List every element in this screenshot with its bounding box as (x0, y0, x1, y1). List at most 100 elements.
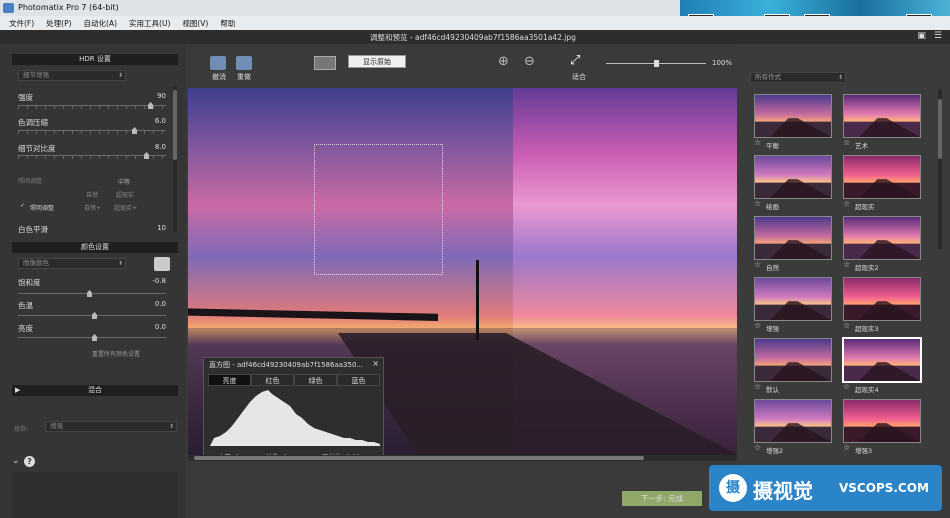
preset-thumbnail[interactable] (754, 338, 832, 382)
color-dropdown[interactable]: 图像颜色 (18, 258, 126, 269)
selection-box[interactable] (314, 144, 443, 275)
method-dropdown[interactable]: 细节增强 (18, 70, 126, 81)
preset-thumbnail[interactable] (843, 155, 921, 199)
fit-label: 适合 (572, 73, 586, 81)
settings-panel: HDR 设置 细节增强 强度 90 色调压缩 6.0 细节对比度 8.0 照明调… (0, 44, 186, 518)
brightness-value: 0.0 (154, 323, 166, 331)
undo-label: 撤消 (212, 73, 226, 81)
star-icon[interactable]: ☆ (843, 260, 850, 269)
smooth-label: 白色平滑 (18, 225, 48, 234)
help-icon[interactable]: ? (24, 456, 35, 467)
star-icon[interactable]: ☆ (754, 382, 761, 391)
star-icon[interactable]: ☆ (843, 321, 850, 330)
star-icon[interactable]: ☆ (754, 443, 761, 452)
bottom-bar: 下一步: 完成 (186, 461, 738, 518)
preset-thumbnail[interactable] (754, 399, 832, 443)
strength-ticks (18, 106, 166, 109)
lighting-checkbox[interactable]: ✓ (20, 202, 25, 209)
menu-utilities[interactable]: 实用工具(U) (129, 18, 170, 29)
preset-label: 增强2 (766, 447, 784, 455)
preset-label: 自然 (766, 264, 779, 272)
close-icon[interactable]: × (372, 359, 379, 368)
preset-thumbnail[interactable] (754, 216, 832, 260)
preview-toolbar: 撤消 重做 显示原始 ⊕ ⊖ ⤢ 适合 100% (186, 44, 738, 88)
tab-blue[interactable]: 蓝色 (337, 374, 380, 386)
preset-thumbnail[interactable] (843, 399, 921, 443)
preset-thumbnail[interactable] (843, 94, 921, 138)
preset-filter-dropdown[interactable]: 所有作式 (750, 72, 846, 83)
lamp-post (476, 260, 479, 340)
hdr-scrollbar[interactable] (173, 86, 177, 232)
zoom-slider[interactable] (654, 60, 659, 67)
lighting-surreal-plus[interactable]: 超现实+ (114, 203, 137, 212)
menu-process[interactable]: 处理(P) (46, 18, 71, 29)
histogram-window: 直方图 - adf46cd49230409ab7f1586aa350... × … (203, 357, 384, 461)
show-original-button[interactable]: 显示原始 (348, 55, 406, 68)
strength-label: 强度 (18, 93, 33, 102)
brush-icon[interactable] (154, 257, 170, 271)
preset-thumbnail[interactable] (754, 155, 832, 199)
hdr-settings-header[interactable]: HDR 设置 (12, 54, 178, 65)
detail-contrast-label: 细节对比度 (18, 144, 56, 153)
preset-thumbnail[interactable] (754, 277, 832, 321)
star-icon[interactable]: ☆ (843, 443, 850, 452)
preset-thumbnail[interactable] (843, 277, 921, 321)
fit-icon[interactable]: ⤢ (570, 53, 580, 68)
preset-label: 超现实4 (855, 386, 879, 394)
menu-help[interactable]: 帮助 (220, 18, 235, 29)
window-title: Photomatix Pro 7 (64-bit) (18, 3, 119, 12)
chevron-down-icon[interactable]: ⌄ (12, 456, 20, 466)
undo-icon[interactable] (210, 56, 226, 70)
zoom-value: 100% (712, 59, 733, 67)
redo-icon[interactable] (236, 56, 252, 70)
detail-contrast-value: 8.0 (154, 143, 166, 151)
watermark-logo: 摄 (719, 474, 747, 502)
tab-red[interactable]: 红色 (251, 374, 294, 386)
temperature-label: 色温 (18, 301, 33, 310)
preset-label: 超现实 (855, 203, 875, 211)
zoom-out-icon[interactable]: ⊖ (524, 54, 535, 69)
lighting-surreal[interactable]: 超现实 (116, 190, 134, 199)
save-icon[interactable]: ▣ (917, 31, 926, 41)
lighting-mode[interactable]: 中等 (118, 177, 130, 186)
star-icon[interactable]: ☆ (754, 260, 761, 269)
tone-compression-label: 色调压缩 (18, 118, 48, 127)
lighting-natural-plus[interactable]: 自然+ (84, 203, 101, 212)
preset-label: 默认 (766, 386, 779, 394)
next-button[interactable]: 下一步: 完成 (622, 491, 702, 506)
blend-dropdown[interactable]: 增强 (45, 421, 177, 432)
strength-slider[interactable] (148, 102, 153, 109)
star-icon[interactable]: ☆ (754, 199, 761, 208)
star-icon[interactable]: ☆ (754, 138, 761, 147)
presets-scrollbar[interactable] (938, 89, 942, 249)
split-view-icon[interactable] (314, 56, 336, 70)
saturation-value: -0.8 (152, 277, 166, 285)
star-icon[interactable]: ☆ (843, 382, 850, 391)
star-icon[interactable]: ☆ (843, 199, 850, 208)
star-icon[interactable]: ☆ (843, 138, 850, 147)
preset-label: 增强3 (855, 447, 873, 455)
reset-colors-button[interactable]: 重置所有颜色设置 (92, 349, 140, 358)
lighting-natural[interactable]: 自然 (86, 190, 98, 199)
zoom-in-icon[interactable]: ⊕ (498, 54, 509, 69)
tab-green[interactable]: 绿色 (294, 374, 337, 386)
saturation-slider[interactable] (87, 290, 92, 297)
star-icon[interactable]: ☆ (754, 321, 761, 330)
preset-thumbnail[interactable] (843, 216, 921, 260)
extra-panel (12, 472, 178, 518)
detail-contrast-slider[interactable] (144, 152, 149, 159)
preset-thumbnail[interactable] (754, 94, 832, 138)
detail-contrast-ticks (18, 156, 166, 159)
menu-file[interactable]: 文件(F) (9, 18, 34, 29)
menu-icon[interactable]: ☰ (934, 31, 942, 41)
temperature-slider[interactable] (92, 312, 97, 319)
tab-luminance[interactable]: 亮度 (208, 374, 251, 386)
color-settings-header[interactable]: 颜色设置 (12, 242, 178, 253)
menu-view[interactable]: 视图(V) (182, 18, 208, 29)
preset-thumbnail[interactable] (842, 337, 922, 383)
tone-compression-slider[interactable] (132, 127, 137, 134)
menu-automate[interactable]: 自动化(A) (84, 18, 117, 29)
blend-header[interactable]: ▶ 混合 (12, 385, 178, 396)
brightness-slider[interactable] (92, 334, 97, 341)
histogram-title: 直方图 - adf46cd49230409ab7f1586aa350... (209, 361, 364, 369)
